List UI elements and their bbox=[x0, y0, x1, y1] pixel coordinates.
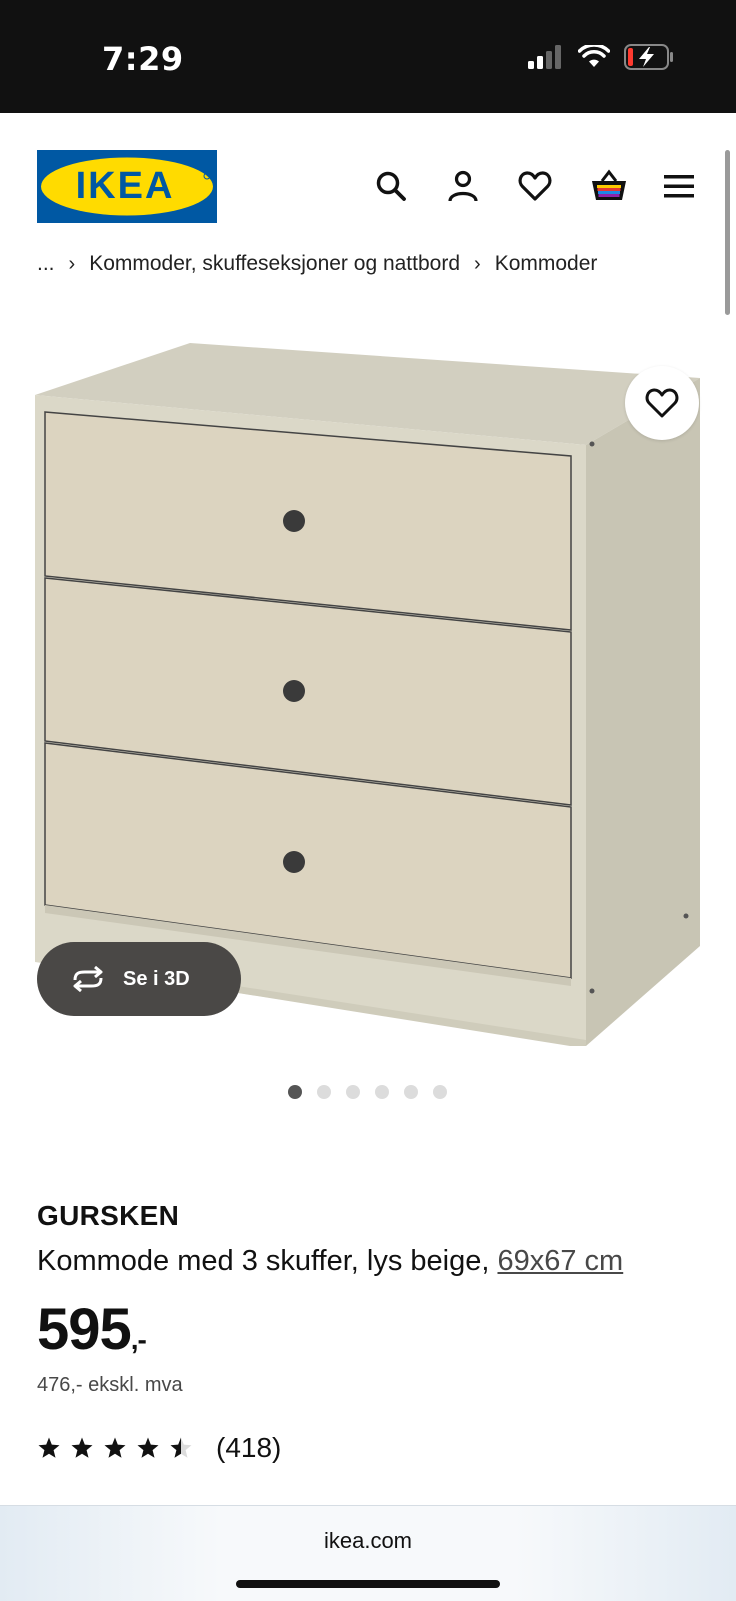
url-text[interactable]: ikea.com bbox=[0, 1528, 736, 1554]
product-size-link[interactable]: 69x67 cm bbox=[497, 1245, 623, 1277]
gallery-dot-4[interactable] bbox=[375, 1085, 389, 1099]
rotate-3d-icon bbox=[73, 966, 103, 992]
star-half-icon bbox=[170, 1437, 192, 1458]
wifi-icon bbox=[578, 45, 610, 67]
heart-icon bbox=[645, 388, 679, 418]
status-time: 7:29 bbox=[102, 40, 184, 78]
site-header: IKEA bbox=[0, 113, 736, 243]
gallery-pagination bbox=[288, 1085, 447, 1099]
battery-icon bbox=[624, 44, 673, 70]
gallery-dot-6[interactable] bbox=[433, 1085, 447, 1099]
status-icons bbox=[528, 44, 674, 70]
cart-icon[interactable] bbox=[590, 169, 626, 203]
price-excl-vat: 476,- ekskl. mva bbox=[37, 1374, 183, 1396]
browser-address-bar: ikea.com bbox=[0, 1505, 736, 1601]
gallery-dot-3[interactable] bbox=[346, 1085, 360, 1099]
scrollbar[interactable] bbox=[725, 150, 730, 315]
price-value: 595 bbox=[37, 1297, 132, 1362]
breadcrumb: ... › Kommoder, skuffeseksjoner og nattb… bbox=[37, 252, 597, 276]
view-in-3d-button[interactable]: Se i 3D bbox=[37, 942, 241, 1016]
gallery-dot-2[interactable] bbox=[317, 1085, 331, 1099]
product-description-text: Kommode med 3 skuffer, lys beige, bbox=[37, 1245, 490, 1277]
signal-icon bbox=[528, 45, 561, 69]
ikea-logo-text: IKEA bbox=[76, 165, 175, 207]
status-bar: 7:29 bbox=[0, 0, 736, 113]
account-icon[interactable] bbox=[446, 169, 480, 203]
wishlist-icon[interactable] bbox=[518, 169, 552, 203]
product-name: GURSKEN bbox=[37, 1200, 180, 1231]
header-nav bbox=[374, 169, 696, 203]
search-icon[interactable] bbox=[374, 169, 408, 203]
home-indicator[interactable] bbox=[236, 1580, 500, 1588]
star-full-icon bbox=[104, 1437, 126, 1458]
product-description: Kommode med 3 skuffer, lys beige, 69x67 … bbox=[37, 1245, 623, 1278]
star-full-icon bbox=[137, 1437, 159, 1458]
product-price: 595,- bbox=[37, 1296, 147, 1363]
gallery-dot-1[interactable] bbox=[288, 1085, 302, 1099]
star-full-icon bbox=[71, 1437, 93, 1458]
review-count: (418) bbox=[216, 1432, 282, 1463]
price-suffix: ,- bbox=[130, 1324, 147, 1355]
breadcrumb-item-dressers[interactable]: Kommoder bbox=[495, 252, 598, 276]
chevron-right-icon: › bbox=[68, 252, 76, 275]
chevron-right-icon: › bbox=[474, 252, 481, 275]
product-rating[interactable]: (418) bbox=[37, 1432, 281, 1464]
menu-icon[interactable] bbox=[662, 169, 696, 203]
breadcrumb-item-dressers-nightstands[interactable]: Kommoder, skuffeseksjoner og nattbord bbox=[89, 252, 460, 276]
view-in-3d-label: Se i 3D bbox=[123, 967, 190, 990]
star-full-icon bbox=[38, 1437, 60, 1458]
ikea-logo[interactable]: IKEA bbox=[37, 150, 217, 223]
breadcrumb-ellipsis[interactable]: ... bbox=[37, 252, 55, 276]
add-to-wishlist-button[interactable] bbox=[625, 366, 699, 440]
gallery-dot-5[interactable] bbox=[404, 1085, 418, 1099]
